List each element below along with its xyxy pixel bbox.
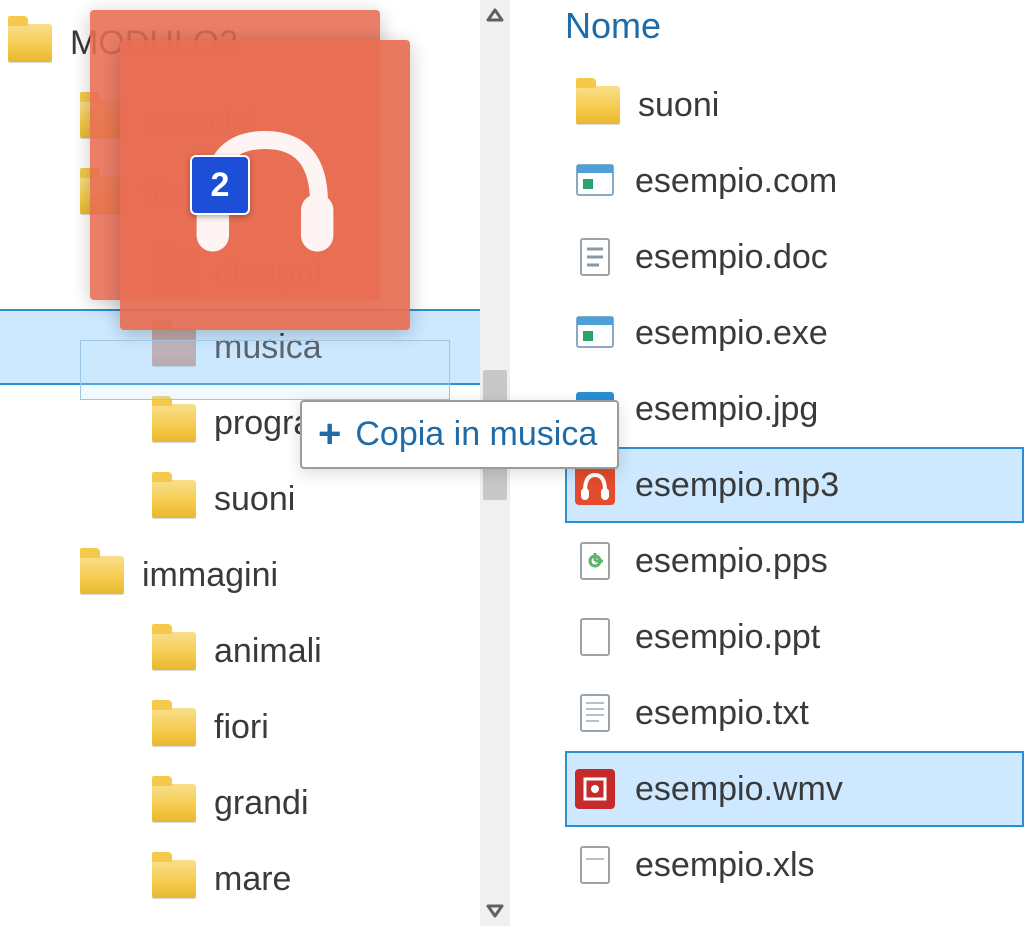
tree-item[interactable]: disegni bbox=[0, 233, 510, 309]
list-item-label: esempio.txt bbox=[635, 694, 809, 733]
list-item[interactable]: esempio.jpg bbox=[565, 371, 1024, 447]
scroll-up-arrow-icon[interactable] bbox=[480, 0, 510, 30]
list-item-label: esempio.mp3 bbox=[635, 466, 839, 505]
drop-tooltip: + Copia in musica bbox=[300, 400, 619, 469]
folder-icon bbox=[80, 100, 124, 138]
list-item-label: suoni bbox=[638, 86, 719, 125]
drop-tooltip-label: Copia in musica bbox=[355, 415, 597, 454]
tree-item-label: immagini bbox=[142, 556, 278, 595]
tree-item[interactable]: mare bbox=[0, 841, 510, 917]
tree-item-label: animali bbox=[214, 632, 322, 671]
folder-icon bbox=[152, 252, 196, 290]
tree-item-label: disegni bbox=[214, 252, 322, 291]
list-item[interactable]: esempio.exe bbox=[565, 295, 1024, 371]
list-item[interactable]: esempio.com bbox=[565, 143, 1024, 219]
tree-item-label: fiori bbox=[214, 708, 269, 747]
tree-item[interactable]: fiori bbox=[0, 689, 510, 765]
list-item[interactable]: esempio.ppt bbox=[565, 599, 1024, 675]
folder-icon bbox=[152, 480, 196, 518]
tree-item-label: grandi bbox=[214, 784, 309, 823]
folder-icon bbox=[152, 860, 196, 898]
tree-item[interactable]: grandi bbox=[0, 765, 510, 841]
scroll-down-arrow-icon[interactable] bbox=[480, 896, 510, 926]
tree-item-label: suoni bbox=[214, 480, 295, 519]
tree-item-label: MODULO2 bbox=[70, 24, 238, 63]
folder-icon bbox=[152, 784, 196, 822]
tree-item[interactable]: esercizi bbox=[0, 81, 510, 157]
doc-icon bbox=[573, 235, 617, 279]
folder-icon bbox=[152, 404, 196, 442]
tree-item[interactable]: suoni bbox=[0, 461, 510, 537]
ppt-icon bbox=[573, 615, 617, 659]
list-item-label: esempio.exe bbox=[635, 314, 828, 353]
list-item-label: esempio.xls bbox=[635, 846, 815, 885]
plus-icon: + bbox=[318, 412, 341, 457]
tree-item-root[interactable]: MODULO2 bbox=[0, 5, 510, 81]
tree-item-label: mare bbox=[214, 860, 291, 899]
folder-icon bbox=[152, 328, 196, 366]
list-item[interactable]: esempio.doc bbox=[565, 219, 1024, 295]
list-item-label: esempio.com bbox=[635, 162, 837, 201]
tree-item[interactable]: immagini bbox=[0, 537, 510, 613]
list-item-label: esempio.doc bbox=[635, 238, 828, 277]
com-icon bbox=[573, 159, 617, 203]
column-header-name[interactable]: Nome bbox=[565, 5, 1024, 47]
pps-icon bbox=[573, 539, 617, 583]
list-item-label: esempio.jpg bbox=[635, 390, 818, 429]
txt-icon bbox=[573, 691, 617, 735]
tree-item-label: files bbox=[142, 176, 202, 215]
list-item[interactable]: esempio.pps bbox=[565, 523, 1024, 599]
folder-icon bbox=[152, 632, 196, 670]
exe-icon bbox=[573, 311, 617, 355]
list-item[interactable]: esempio.xls bbox=[565, 827, 1024, 903]
folder-icon bbox=[8, 24, 52, 62]
folder-icon bbox=[576, 86, 620, 124]
folder-icon bbox=[80, 176, 124, 214]
wmv-icon bbox=[573, 767, 617, 811]
list-item[interactable]: esempio.wmv bbox=[565, 751, 1024, 827]
list-item-label: esempio.pps bbox=[635, 542, 828, 581]
tree-item[interactable]: files bbox=[0, 157, 510, 233]
mp3-icon bbox=[573, 463, 617, 507]
xls-icon bbox=[573, 843, 617, 887]
tree-item[interactable]: musica bbox=[0, 309, 510, 385]
tree-item[interactable]: animali bbox=[0, 613, 510, 689]
tree-item-label: musica bbox=[214, 328, 322, 367]
list-item-label: esempio.ppt bbox=[635, 618, 820, 657]
list-item-label: esempio.wmv bbox=[635, 770, 843, 809]
folder-icon bbox=[80, 556, 124, 594]
list-item[interactable]: esempio.mp3 bbox=[565, 447, 1024, 523]
list-item[interactable]: suoni bbox=[565, 67, 1024, 143]
folder-icon bbox=[152, 708, 196, 746]
list-item[interactable]: esempio.txt bbox=[565, 675, 1024, 751]
tree-item-label: esercizi bbox=[142, 100, 257, 139]
